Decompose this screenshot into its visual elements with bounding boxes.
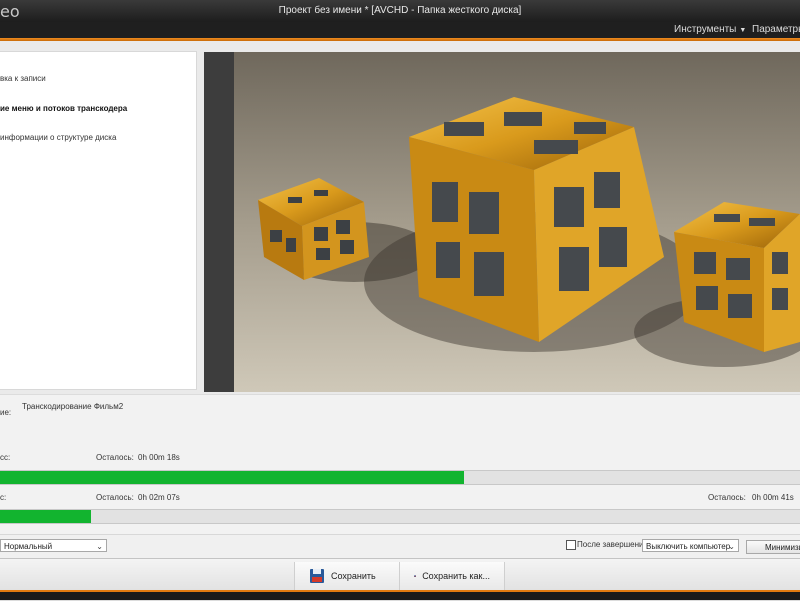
current-remaining-value: 0h 00m 18s — [138, 453, 180, 462]
current-remaining-label: Осталось: — [96, 453, 134, 462]
accent-line — [0, 590, 800, 592]
total-remaining2-label: Осталось: — [708, 493, 746, 502]
save-as-button-label: Сохранить как... — [422, 571, 490, 581]
action-value: Транскодирование Фильм2 — [22, 402, 124, 411]
save-button[interactable]: Сохранить — [294, 562, 400, 590]
total-remaining-label: Осталось: — [96, 493, 134, 502]
current-progress-label: сс: — [0, 453, 11, 462]
total-progress-bar — [0, 509, 800, 524]
menu-params[interactable]: Параметры — [752, 24, 800, 35]
menu-tools-label: Инструменты — [674, 24, 737, 35]
main-area: вка к записи ие меню и потоков транскоде… — [0, 41, 800, 394]
title-bar: eo Проект без имени * [AVCHD - Папка жес… — [0, 0, 800, 22]
chevron-down-icon: ⌄ — [728, 542, 735, 551]
after-finish-checkbox[interactable] — [566, 540, 576, 550]
after-finish-select[interactable]: Выключить компьютер ⌄ — [642, 539, 739, 552]
chevron-down-icon: ⌄ — [96, 542, 103, 551]
current-progress-fill — [0, 471, 464, 484]
video-preview — [204, 52, 800, 392]
steps-panel: вка к записи ие меню и потоков транскоде… — [0, 51, 197, 390]
floppy-disk-edit-icon — [414, 574, 417, 577]
bottom-strip — [0, 590, 800, 600]
menu-bar: Инструменты ▼ Параметры — [0, 22, 800, 38]
preview-image — [204, 52, 800, 392]
action-label: ие: — [0, 408, 12, 417]
total-progress-label: с: — [0, 493, 7, 502]
step-item-active: ие меню и потоков транскодера — [0, 104, 128, 113]
save-as-button[interactable]: Сохранить как... — [399, 562, 505, 590]
save-button-label: Сохранить — [331, 571, 376, 581]
controls-bar: Нормальный ⌄ После завершения Выключить … — [0, 534, 800, 559]
step-item: информации о структуре диска — [0, 133, 117, 142]
step-item: вка к записи — [0, 74, 46, 83]
current-progress-bar — [0, 470, 800, 485]
total-remaining2-value: 0h 00m 41s — [752, 493, 794, 502]
window-title: Проект без имени * [AVCHD - Папка жестко… — [278, 5, 522, 16]
priority-select-value: Нормальный — [4, 542, 53, 551]
minimize-button[interactable]: Минимизи — [746, 540, 800, 554]
after-finish-label: После завершения — [577, 540, 648, 549]
floppy-disk-icon — [310, 569, 324, 583]
total-remaining-value: 0h 02m 07s — [138, 493, 180, 502]
priority-select[interactable]: Нормальный ⌄ — [0, 539, 107, 552]
after-finish-select-value: Выключить компьютер — [646, 542, 731, 551]
progress-area: ие: Транскодирование Фильм2 сс: Осталось… — [0, 394, 800, 535]
caret-down-icon: ▼ — [739, 27, 747, 34]
menu-tools[interactable]: Инструменты ▼ — [674, 24, 746, 35]
total-progress-fill — [0, 510, 92, 523]
